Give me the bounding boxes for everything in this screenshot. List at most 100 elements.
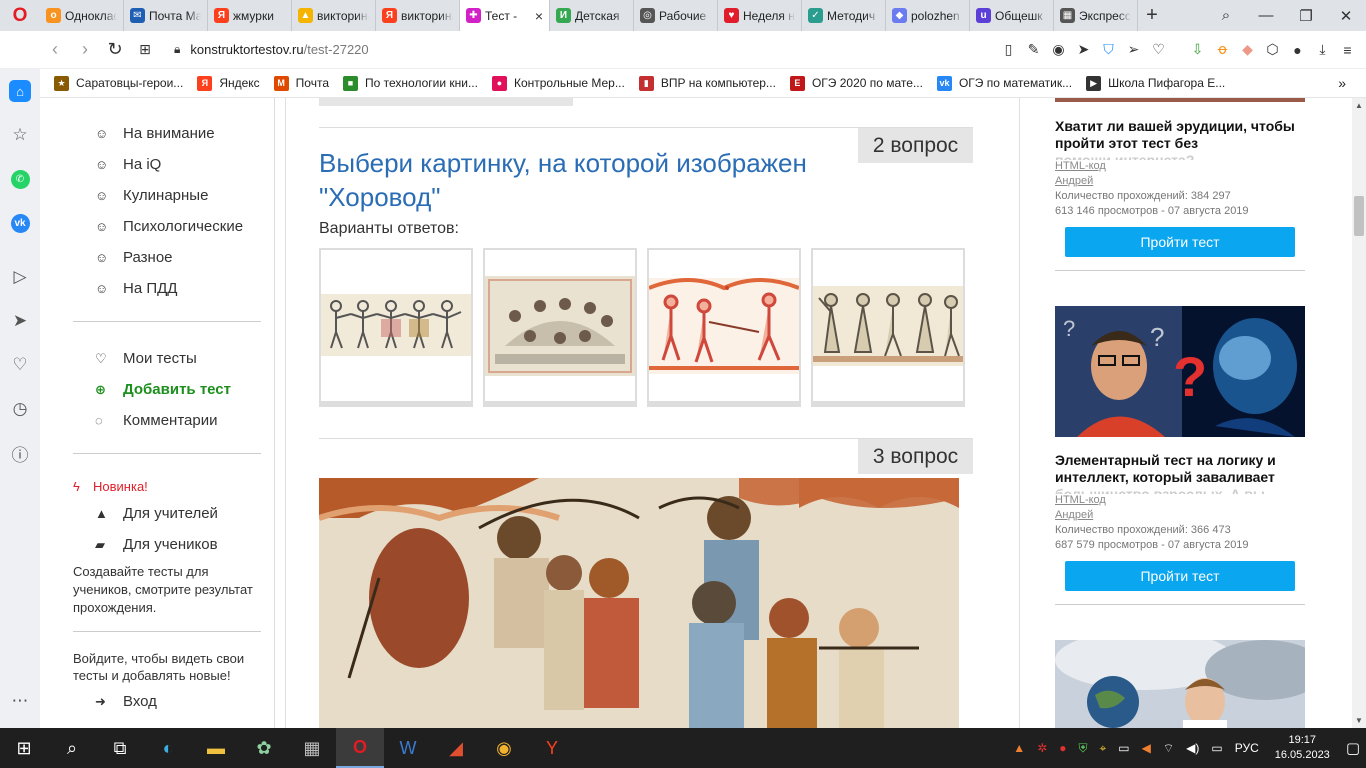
word-icon[interactable]: W	[384, 728, 432, 768]
vpn-icon[interactable]: ➢	[1121, 41, 1146, 58]
minimize-button[interactable]: —	[1246, 7, 1286, 24]
reload-icon[interactable]: ↻	[100, 39, 130, 60]
wifi-icon[interactable]: ⌔	[1163, 741, 1174, 756]
calculator-icon[interactable]: ▦	[288, 728, 336, 768]
answer-option-2[interactable]	[483, 248, 637, 407]
tab-11[interactable]: ◆ polozhen	[886, 0, 970, 31]
paint-icon[interactable]: ✿	[240, 728, 288, 768]
card-1-author-link[interactable]: Андрей	[1055, 175, 1093, 187]
comments-link[interactable]: ◌ Комментарии	[95, 412, 217, 429]
back-icon[interactable]: ‹	[40, 39, 70, 60]
tray-app-icon[interactable]: ✲	[1037, 741, 1047, 755]
shield-icon[interactable]: ⛉	[1096, 41, 1121, 58]
card-1-html-link[interactable]: HTML-код	[1055, 160, 1106, 172]
scroll-up-icon[interactable]: ▲	[1355, 101, 1363, 110]
more-icon[interactable]: ⋯	[0, 681, 40, 721]
card-2-take-test-button[interactable]: Пройти тест	[1065, 561, 1295, 591]
scroll-down-icon[interactable]: ▼	[1355, 716, 1363, 725]
tray-app-icon[interactable]: ●	[1059, 741, 1066, 755]
card-2-title[interactable]: Элементарный тест на логику и интеллект,…	[1055, 452, 1305, 486]
easy-setup-icon[interactable]: ≡	[1335, 42, 1360, 58]
file-explorer-icon[interactable]: ▬	[192, 728, 240, 768]
player-icon[interactable]: ▷	[0, 257, 40, 297]
url-field[interactable]: konstruktortestov.ru/test-27220	[190, 42, 368, 57]
scroll-thumb[interactable]	[1354, 196, 1364, 236]
home-icon[interactable]: ⌂	[0, 71, 40, 111]
category-attention[interactable]: ☺ На внимание	[95, 125, 215, 142]
close-window-button[interactable]: ✕	[1326, 7, 1366, 25]
category-traffic[interactable]: ☺ На ПДД	[95, 280, 177, 297]
tab-10[interactable]: ✓ Методич	[802, 0, 886, 31]
for-teachers-link[interactable]: ▲ Для учителей	[95, 505, 218, 522]
bookmark-item[interactable]: vk ОГЭ по математик...	[936, 75, 1072, 91]
tab-13[interactable]: ▦ Экспресс	[1054, 0, 1138, 31]
bookmark-item[interactable]: Я Яндекс	[197, 75, 260, 91]
login-link[interactable]: ➜ Вход	[95, 693, 157, 710]
my-tests-link[interactable]: ♡ Мои тесты	[95, 350, 197, 367]
speaker-muted-icon[interactable]: ◀	[1142, 741, 1151, 755]
edge-icon[interactable]: ◐	[144, 728, 192, 768]
history-icon[interactable]: ◷	[0, 389, 40, 429]
tray-app-icon[interactable]: ▲	[1013, 741, 1025, 755]
reader-icon[interactable]: ▯	[996, 41, 1021, 58]
tab-5[interactable]: Явикторина	[376, 0, 460, 31]
answer-option-4[interactable]	[811, 248, 965, 407]
page-scrollbar[interactable]: ▲ ▼	[1352, 98, 1366, 728]
vpn-app-icon[interactable]: ◉	[480, 728, 528, 768]
new-tab-button[interactable]: +	[1138, 4, 1166, 27]
volume-icon[interactable]: ◀)	[1186, 741, 1199, 755]
task-view-icon[interactable]: ⧉	[96, 728, 144, 768]
send-icon[interactable]: ➤	[1071, 41, 1096, 58]
clock[interactable]: 19:17 16.05.2023	[1275, 733, 1330, 763]
restore-button[interactable]: ❐	[1286, 7, 1326, 25]
download-ext-icon[interactable]: ⇩	[1185, 41, 1210, 58]
tab-7[interactable]: И Детская	[550, 0, 634, 31]
tab-2[interactable]: ✉ Почта Mail.ru	[124, 0, 208, 31]
vk-icon[interactable]: vk	[0, 203, 40, 243]
tab-3[interactable]: Яжмурки	[208, 0, 292, 31]
forward-icon[interactable]: ›	[70, 39, 100, 60]
answer-option-1[interactable]	[319, 248, 473, 407]
star-icon[interactable]: ☆	[0, 115, 40, 155]
heart-icon[interactable]: ♡	[1146, 41, 1171, 58]
notifications-icon[interactable]: ▢	[1346, 739, 1360, 757]
bookmark-item[interactable]: ● Контрольные Мер...	[491, 75, 625, 91]
add-test-link[interactable]: ⊕ Добавить тест	[95, 381, 231, 398]
category-culinary[interactable]: ☺ Кулинарные	[95, 187, 208, 204]
color-ext-icon[interactable]: ◆	[1235, 41, 1260, 58]
whatsapp-icon[interactable]: ✆	[0, 159, 40, 199]
camera-icon[interactable]: ◉	[1046, 41, 1071, 58]
for-students-link[interactable]: ▰ Для учеников	[95, 536, 218, 553]
cube-ext-icon[interactable]: ⬡	[1260, 41, 1285, 58]
ok-ext-icon[interactable]: ꝋ	[1210, 41, 1235, 58]
answer-option-3[interactable]	[647, 248, 801, 407]
category-psychology[interactable]: ☺ Психологические	[95, 218, 243, 235]
app-icon[interactable]: ◢	[432, 728, 480, 768]
start-icon[interactable]: ⊞	[0, 728, 48, 768]
edit-icon[interactable]: ✎	[1021, 41, 1046, 58]
location-icon[interactable]: ⌖	[1100, 741, 1107, 756]
close-tab-icon[interactable]: ×	[535, 8, 543, 24]
bookmark-item[interactable]: M Почта	[273, 75, 329, 91]
yandex-browser-icon[interactable]: Y	[528, 728, 576, 768]
speed-dial-icon[interactable]: ⊞	[130, 41, 160, 58]
language-indicator[interactable]: РУС	[1235, 741, 1259, 755]
bookmark-item[interactable]: ★ Саратовцы-герои...	[54, 75, 183, 91]
battery-icon[interactable]: ▭	[1211, 741, 1222, 755]
defender-icon[interactable]: ⛨	[1079, 741, 1088, 756]
card-2-author-link[interactable]: Андрей	[1055, 509, 1093, 521]
bookmark-item[interactable]: ■ По технологии кни...	[343, 75, 478, 91]
tab-9[interactable]: ♥ Неделя н	[718, 0, 802, 31]
lock-icon[interactable]: 🔒︎	[174, 42, 180, 57]
card-2-html-link[interactable]: HTML-код	[1055, 494, 1106, 506]
category-misc[interactable]: ☺ Разное	[95, 249, 173, 266]
display-icon[interactable]: ▭	[1118, 741, 1129, 755]
bookmark-item[interactable]: ▶ Школа Пифагора Е...	[1086, 75, 1225, 91]
bookmark-item[interactable]: E ОГЭ 2020 по мате...	[789, 75, 923, 91]
send-icon[interactable]: ➤	[0, 301, 40, 341]
card-1-title[interactable]: Хватит ли вашей эрудиции, чтобы пройти э…	[1055, 118, 1305, 152]
category-iq[interactable]: ☺ На iQ	[95, 156, 161, 173]
bookmark-item[interactable]: ▮ ВПР на компьютер...	[638, 75, 776, 91]
tips-icon[interactable]: ⓘ	[0, 433, 40, 473]
card-2-image[interactable]: ? ? ?	[1055, 306, 1305, 437]
